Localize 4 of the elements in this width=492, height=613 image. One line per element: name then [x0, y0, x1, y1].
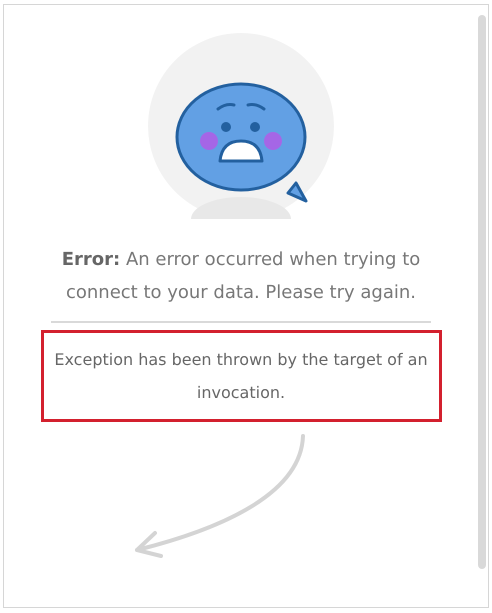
exception-details: Exception has been thrown by the target of an invocation.: [54, 350, 428, 402]
error-message: Error: An error occurred when trying to connect to your data. Please try again.: [60, 248, 422, 305]
scrollbar[interactable]: [478, 15, 486, 569]
sad-chat-bubble-icon: [148, 33, 334, 219]
